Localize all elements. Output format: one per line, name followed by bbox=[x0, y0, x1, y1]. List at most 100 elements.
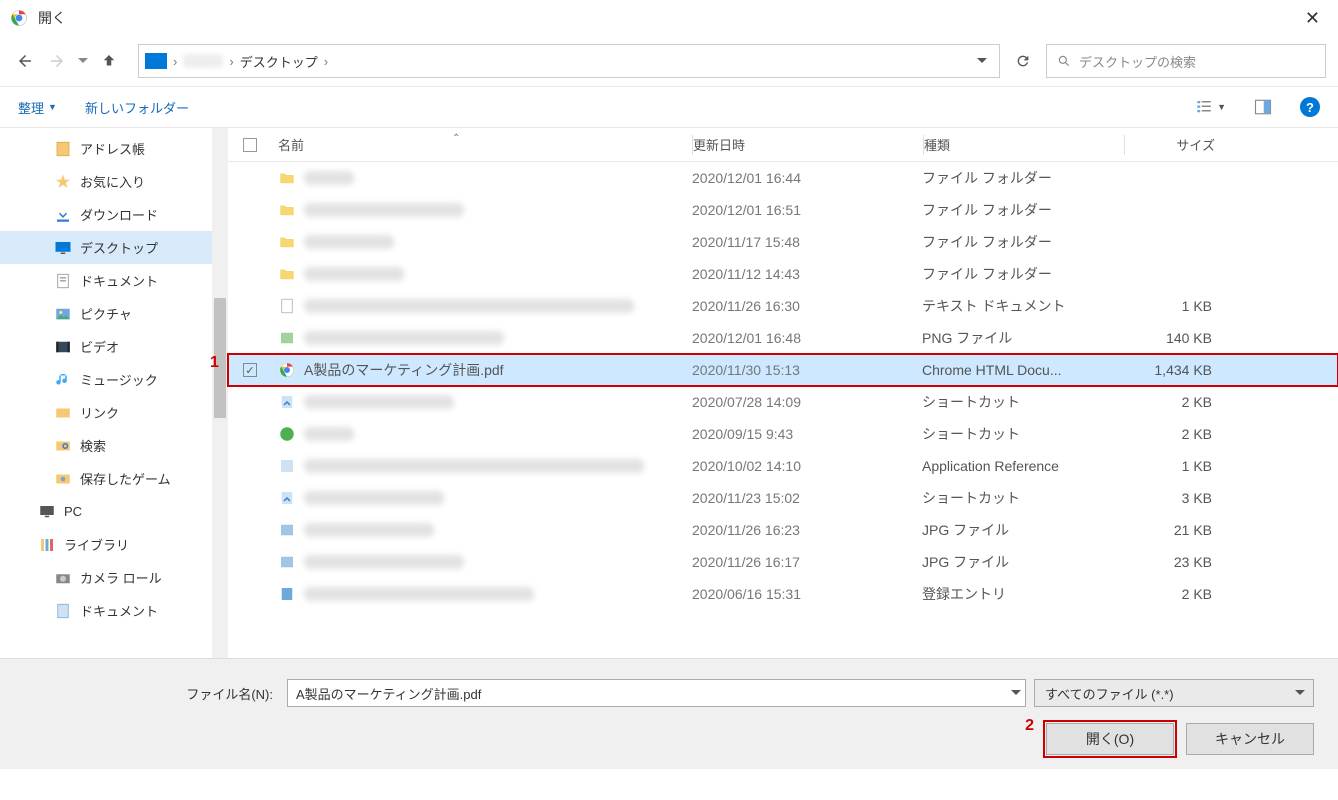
filename-dropdown[interactable] bbox=[1011, 686, 1021, 701]
breadcrumb-current[interactable]: デスクトップ bbox=[240, 52, 318, 71]
open-button[interactable]: 開く(O) bbox=[1046, 723, 1174, 755]
sort-caret-icon: ⌃ bbox=[452, 133, 460, 144]
nav-row: › › デスクトップ › デスクトップの検索 bbox=[0, 36, 1338, 86]
blurred-name bbox=[304, 203, 464, 217]
sidebar-item[interactable]: デスクトップ bbox=[0, 231, 228, 264]
file-row[interactable]: 2020/12/01 16:44 ファイル フォルダー bbox=[228, 162, 1338, 194]
sidebar: アドレス帳お気に入りダウンロードデスクトップドキュメントピクチャビデオミュージッ… bbox=[0, 128, 228, 658]
doc-icon bbox=[54, 272, 72, 290]
chrome-icon bbox=[278, 361, 296, 379]
file-date: 2020/11/26 16:23 bbox=[692, 522, 922, 538]
search-input[interactable]: デスクトップの検索 bbox=[1046, 44, 1326, 78]
sidebar-item[interactable]: PC bbox=[0, 495, 228, 528]
new-folder-button[interactable]: 新しいフォルダー bbox=[85, 98, 189, 117]
sidebar-item[interactable]: ライブラリ bbox=[0, 528, 228, 561]
select-all-checkbox[interactable] bbox=[243, 138, 257, 152]
preview-pane-button[interactable] bbox=[1254, 98, 1272, 116]
file-date: 2020/11/23 15:02 bbox=[692, 490, 922, 506]
link-icon bbox=[54, 404, 72, 422]
file-size: 3 KB bbox=[1122, 490, 1242, 506]
blurred-name bbox=[304, 299, 634, 313]
file-date: 2020/11/12 14:43 bbox=[692, 266, 922, 282]
sidebar-item-label: ミュージック bbox=[80, 370, 158, 389]
file-row[interactable]: 2020/12/01 16:48 PNG ファイル 140 KB bbox=[228, 322, 1338, 354]
up-button[interactable] bbox=[96, 48, 122, 74]
column-date[interactable]: 更新日時 bbox=[693, 135, 923, 154]
blurred-name bbox=[304, 331, 504, 345]
sidebar-item[interactable]: カメラ ロール bbox=[0, 561, 228, 594]
file-size: 1 KB bbox=[1122, 298, 1242, 314]
file-row[interactable]: 2020/12/01 16:51 ファイル フォルダー bbox=[228, 194, 1338, 226]
file-type: ファイル フォルダー bbox=[922, 264, 1122, 284]
game-icon bbox=[54, 470, 72, 488]
blurred-name bbox=[304, 523, 434, 537]
sidebar-item[interactable]: 検索 bbox=[0, 429, 228, 462]
file-size: 2 KB bbox=[1122, 394, 1242, 410]
file-row[interactable]: ✓ A製品のマーケティング計画.pdf 2020/11/30 15:13 Chr… bbox=[228, 354, 1338, 386]
green-icon bbox=[278, 425, 296, 443]
address-dropdown[interactable] bbox=[971, 54, 993, 69]
sidebar-item[interactable]: 保存したゲーム bbox=[0, 462, 228, 495]
row-checkbox[interactable]: ✓ bbox=[243, 363, 257, 377]
help-button[interactable]: ? bbox=[1300, 97, 1320, 117]
file-list-header: 名前⌃ 更新日時 種類 サイズ bbox=[228, 128, 1338, 162]
file-row[interactable]: 2020/10/02 14:10 Application Reference 1… bbox=[228, 450, 1338, 482]
titlebar: 開く ✕ bbox=[0, 0, 1338, 36]
recent-dropdown[interactable] bbox=[76, 48, 90, 74]
file-size: 2 KB bbox=[1122, 426, 1242, 442]
forward-button[interactable] bbox=[44, 48, 70, 74]
file-type: Application Reference bbox=[922, 458, 1122, 474]
file-date: 2020/09/15 9:43 bbox=[692, 426, 922, 442]
sidebar-item-label: お気に入り bbox=[80, 172, 145, 191]
sidebar-item[interactable]: リンク bbox=[0, 396, 228, 429]
sidebar-item[interactable]: ビデオ bbox=[0, 330, 228, 363]
file-row[interactable]: 2020/06/16 15:31 登録エントリ 2 KB bbox=[228, 578, 1338, 610]
file-list: 1 名前⌃ 更新日時 種類 サイズ 2020/12/01 16:44 ファイル … bbox=[228, 128, 1338, 658]
sidebar-item-label: リンク bbox=[80, 403, 119, 422]
column-size[interactable]: サイズ bbox=[1125, 135, 1245, 154]
file-type-filter[interactable]: すべてのファイル (*.*) bbox=[1034, 679, 1314, 707]
file-type: ショートカット bbox=[922, 424, 1122, 444]
sidebar-item-label: 検索 bbox=[80, 436, 106, 455]
file-type: ファイル フォルダー bbox=[922, 168, 1122, 188]
refresh-button[interactable] bbox=[1006, 44, 1040, 78]
organize-button[interactable]: 整理 ▼ bbox=[18, 98, 57, 117]
sidebar-item[interactable]: ドキュメント bbox=[0, 594, 228, 627]
file-row[interactable]: 2020/09/15 9:43 ショートカット 2 KB bbox=[228, 418, 1338, 450]
search-placeholder: デスクトップの検索 bbox=[1079, 52, 1196, 71]
close-button[interactable]: ✕ bbox=[1297, 4, 1328, 33]
filename-input[interactable]: A製品のマーケティング計画.pdf bbox=[287, 679, 1026, 707]
file-date: 2020/12/01 16:51 bbox=[692, 202, 922, 218]
window-title: 開く bbox=[38, 8, 1297, 28]
file-type: ファイル フォルダー bbox=[922, 200, 1122, 220]
view-mode-button[interactable]: ▼ bbox=[1195, 98, 1226, 116]
file-row[interactable]: 2020/07/28 14:09 ショートカット 2 KB bbox=[228, 386, 1338, 418]
sidebar-item[interactable]: ミュージック bbox=[0, 363, 228, 396]
sidebar-item[interactable]: アドレス帳 bbox=[0, 132, 228, 165]
blurred-name bbox=[304, 427, 354, 441]
file-row[interactable]: 2020/11/17 15:48 ファイル フォルダー bbox=[228, 226, 1338, 258]
sidebar-item-label: ドキュメント bbox=[80, 271, 158, 290]
file-row[interactable]: 2020/11/23 15:02 ショートカット 3 KB bbox=[228, 482, 1338, 514]
sidebar-scrollbar[interactable] bbox=[212, 128, 228, 658]
sidebar-item[interactable]: ドキュメント bbox=[0, 264, 228, 297]
column-name[interactable]: 名前⌃ bbox=[272, 135, 692, 154]
file-date: 2020/06/16 15:31 bbox=[692, 586, 922, 602]
file-row[interactable]: 2020/11/26 16:17 JPG ファイル 23 KB bbox=[228, 546, 1338, 578]
file-type: ファイル フォルダー bbox=[922, 232, 1122, 252]
sidebar-item[interactable]: ピクチャ bbox=[0, 297, 228, 330]
sidebar-item-label: 保存したゲーム bbox=[80, 469, 171, 488]
file-row[interactable]: 2020/11/12 14:43 ファイル フォルダー bbox=[228, 258, 1338, 290]
cancel-button[interactable]: キャンセル bbox=[1186, 723, 1314, 755]
column-type[interactable]: 種類 bbox=[924, 135, 1124, 154]
file-row[interactable]: 2020/11/26 16:30 テキスト ドキュメント 1 KB bbox=[228, 290, 1338, 322]
sidebar-item-label: ビデオ bbox=[80, 337, 119, 356]
dialog-body: アドレス帳お気に入りダウンロードデスクトップドキュメントピクチャビデオミュージッ… bbox=[0, 128, 1338, 658]
sidebar-item[interactable]: ダウンロード bbox=[0, 198, 228, 231]
folder-icon bbox=[278, 169, 296, 187]
address-bar[interactable]: › › デスクトップ › bbox=[138, 44, 1000, 78]
sidebar-item[interactable]: お気に入り bbox=[0, 165, 228, 198]
file-row[interactable]: 2020/11/26 16:23 JPG ファイル 21 KB bbox=[228, 514, 1338, 546]
file-size: 2 KB bbox=[1122, 586, 1242, 602]
back-button[interactable] bbox=[12, 48, 38, 74]
